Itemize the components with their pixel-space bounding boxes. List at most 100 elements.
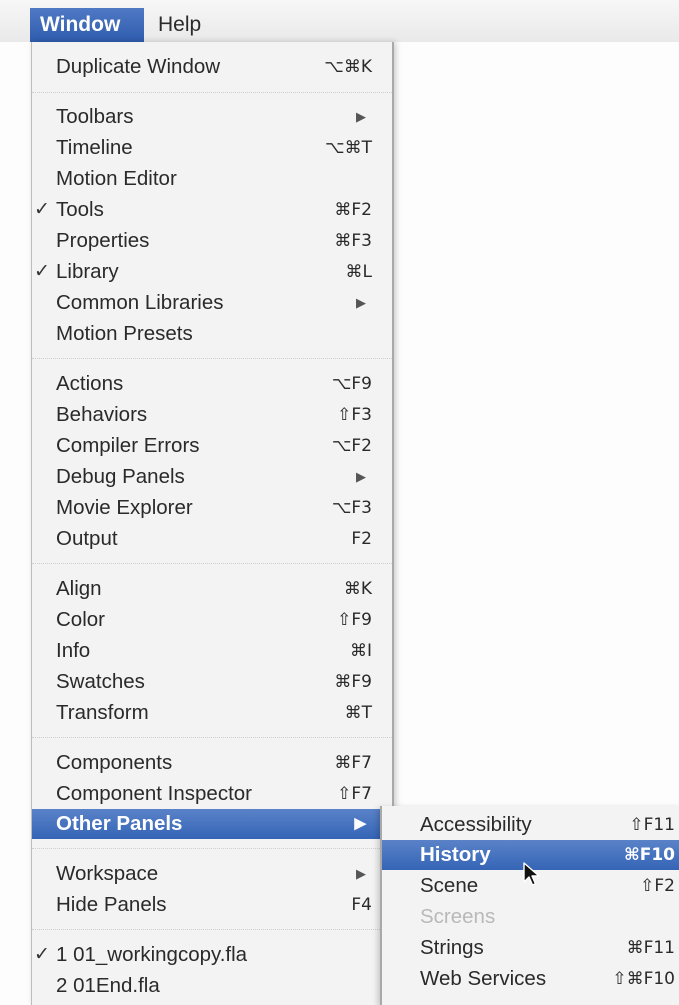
checkmark-icon: ✓ <box>34 261 50 282</box>
menu-item-label: Toolbars <box>56 105 134 128</box>
shortcut-label: ⌥F9 <box>331 374 372 394</box>
menu-item-label: Web Services <box>420 967 547 990</box>
other-panels-submenu: Accessibility ⇧F11 History ⌘F10 Scene ⇧F… <box>380 806 679 1005</box>
menu-item-label: Components <box>56 751 173 774</box>
menu-item-label: Swatches <box>56 670 145 693</box>
menu-item-label: Component Inspector <box>56 782 253 805</box>
shortcut-label: F4 <box>351 895 372 915</box>
menu-item-properties[interactable]: Properties ⌘F3 <box>32 226 392 256</box>
menu-item-toolbars[interactable]: Toolbars ▶ <box>32 102 392 132</box>
menu-item-label: Tools <box>56 198 104 221</box>
menu-item-label: Behaviors <box>56 403 148 426</box>
shortcut-label: ⌘K <box>343 579 372 599</box>
menu-item-label: Transform <box>56 701 149 724</box>
shortcut-label: ⌘F11 <box>626 938 675 958</box>
menu-item-info[interactable]: Info ⌘I <box>32 636 392 666</box>
menu-item-swatches[interactable]: Swatches ⌘F9 <box>32 667 392 697</box>
menu-item-transform[interactable]: Transform ⌘T <box>32 698 392 728</box>
menu-item-timeline[interactable]: Timeline ⌥⌘T <box>32 133 392 163</box>
shortcut-label: ⇧F3 <box>337 405 372 425</box>
submenu-arrow-icon: ▶ <box>356 295 366 310</box>
menu-item-label: Workspace <box>56 862 159 885</box>
shortcut-label: ⌘F9 <box>334 672 372 692</box>
menu-item-label: Duplicate Window <box>56 55 221 78</box>
menu-item-label: Movie Explorer <box>56 496 193 519</box>
menu-item-label: Motion Editor <box>56 167 177 190</box>
menu-item-label: Accessibility <box>420 813 532 836</box>
menu-separator <box>32 848 392 850</box>
menu-item-other-panels[interactable]: Other Panels ▶ <box>32 809 392 839</box>
shortcut-label: ⌥F2 <box>331 436 372 456</box>
menu-item-label: Library <box>56 260 119 283</box>
shortcut-label: ⌘F2 <box>334 200 372 220</box>
menu-item-align[interactable]: Align ⌘K <box>32 574 392 604</box>
shortcut-label: ⌘T <box>344 703 372 723</box>
submenu-arrow-icon: ▶ <box>356 469 366 484</box>
menu-item-label: Hide Panels <box>56 893 167 916</box>
submenu-arrow-icon: ▶ <box>356 866 366 881</box>
menu-item-tools[interactable]: ✓ Tools ⌘F2 <box>32 195 392 225</box>
menu-item-behaviors[interactable]: Behaviors ⇧F3 <box>32 400 392 430</box>
menu-item-components[interactable]: Components ⌘F7 <box>32 748 392 778</box>
menu-item-label: Info <box>56 639 91 662</box>
menu-separator <box>32 737 392 739</box>
menu-item-output[interactable]: Output F2 <box>32 524 392 554</box>
menu-item-motion-presets[interactable]: Motion Presets <box>32 319 392 349</box>
shortcut-label: ⌘F7 <box>334 753 372 773</box>
submenu-item-accessibility[interactable]: Accessibility ⇧F11 <box>382 810 679 840</box>
menu-item-compiler-errors[interactable]: Compiler Errors ⌥F2 <box>32 431 392 461</box>
menu-item-label: Compiler Errors <box>56 434 200 457</box>
window-menu: Duplicate Window ⌥⌘K Toolbars ▶ Timeline… <box>31 42 394 1005</box>
shortcut-label: F2 <box>351 529 372 549</box>
menu-item-label: Debug Panels <box>56 465 185 488</box>
shortcut-label: ⌥⌘T <box>325 138 372 158</box>
menu-item-common-libraries[interactable]: Common Libraries ▶ <box>32 288 392 318</box>
menu-item-actions[interactable]: Actions ⌥F9 <box>32 369 392 399</box>
shortcut-label: ⌘F10 <box>623 845 675 865</box>
menu-item-label: 2 01End.fla <box>56 974 160 997</box>
shortcut-label: ⇧⌘F10 <box>612 969 675 989</box>
menu-item-label: Screens <box>420 905 496 928</box>
submenu-item-strings[interactable]: Strings ⌘F11 <box>382 933 679 963</box>
menu-item-library[interactable]: ✓ Library ⌘L <box>32 257 392 287</box>
menu-separator <box>32 358 392 360</box>
menu-item-component-inspector[interactable]: Component Inspector ⇧F7 <box>32 779 392 809</box>
menu-separator <box>32 929 392 931</box>
shortcut-label: ⌘F3 <box>334 231 372 251</box>
menu-item-hide-panels[interactable]: Hide Panels F4 <box>32 890 392 920</box>
menu-item-label: Strings <box>420 936 484 959</box>
shortcut-label: ⇧F11 <box>629 815 675 835</box>
menu-item-recent-file-2[interactable]: 2 01End.fla <box>32 971 392 1001</box>
menu-bar: Window Help <box>0 0 679 42</box>
menu-item-movie-explorer[interactable]: Movie Explorer ⌥F3 <box>32 493 392 523</box>
menu-item-duplicate-window[interactable]: Duplicate Window ⌥⌘K <box>32 52 392 82</box>
menu-item-label: Other Panels <box>56 812 183 835</box>
mouse-pointer-icon <box>523 862 540 886</box>
menu-item-debug-panels[interactable]: Debug Panels ▶ <box>32 462 392 492</box>
menu-item-label: 1 01_workingcopy.fla <box>56 943 248 966</box>
menu-item-label: History <box>420 843 491 866</box>
shortcut-label: ⇧F7 <box>337 784 372 804</box>
menu-item-label: Timeline <box>56 136 133 159</box>
menu-item-motion-editor[interactable]: Motion Editor <box>32 164 392 194</box>
shortcut-label: ⌘L <box>345 262 372 282</box>
menu-item-label: Properties <box>56 229 150 252</box>
menu-separator <box>32 92 392 94</box>
menu-help[interactable]: Help <box>148 8 211 42</box>
menu-item-label: Actions <box>56 372 124 395</box>
shortcut-label: ⇧F9 <box>337 610 372 630</box>
menu-item-label: Color <box>56 608 105 631</box>
menu-item-recent-file-1[interactable]: ✓ 1 01_workingcopy.fla <box>32 940 392 970</box>
checkmark-icon: ✓ <box>34 199 50 220</box>
menu-item-color[interactable]: Color ⇧F9 <box>32 605 392 635</box>
shortcut-label: ⇧F2 <box>640 876 675 896</box>
menu-separator <box>32 563 392 565</box>
menu-window[interactable]: Window <box>30 8 144 42</box>
menu-item-label: Output <box>56 527 118 550</box>
menu-item-label: Common Libraries <box>56 291 224 314</box>
menu-item-label: Align <box>56 577 102 600</box>
menu-item-label: Scene <box>420 874 479 897</box>
submenu-item-screens: Screens <box>382 902 679 932</box>
menu-item-workspace[interactable]: Workspace ▶ <box>32 859 392 889</box>
submenu-item-web-services[interactable]: Web Services ⇧⌘F10 <box>382 964 679 994</box>
